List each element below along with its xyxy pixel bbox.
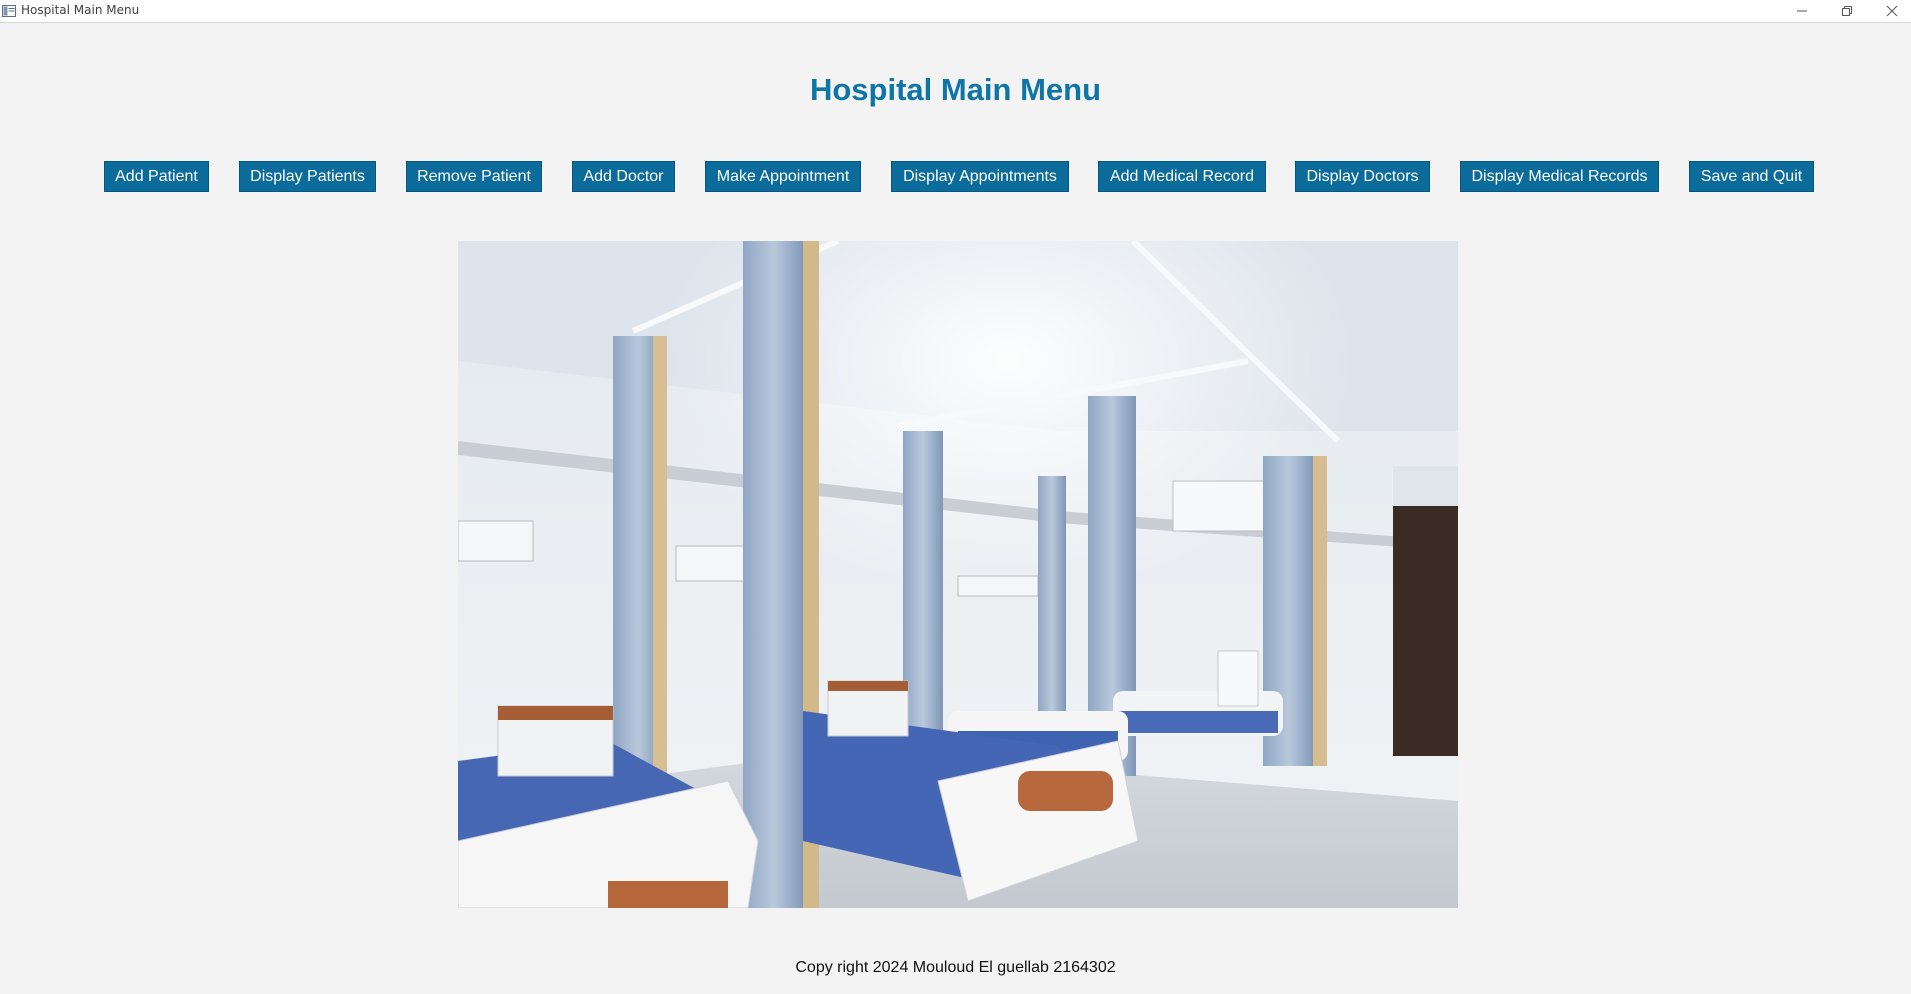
restore-icon bbox=[1842, 6, 1852, 16]
window-title: Hospital Main Menu bbox=[21, 3, 140, 17]
add-patient-button[interactable]: Add Patient bbox=[104, 161, 209, 192]
save-and-quit-button[interactable]: Save and Quit bbox=[1689, 161, 1814, 192]
display-doctors-button[interactable]: Display Doctors bbox=[1295, 161, 1430, 192]
display-appointments-button[interactable]: Display Appointments bbox=[891, 161, 1069, 192]
copyright-footer: Copy right 2024 Mouloud El guellab 21643… bbox=[795, 959, 1116, 976]
page-title: Hospital Main Menu bbox=[809, 72, 1102, 107]
close-button[interactable] bbox=[1870, 0, 1911, 22]
minimize-button[interactable] bbox=[1780, 0, 1824, 22]
close-icon bbox=[1886, 5, 1898, 17]
display-medical-records-button[interactable]: Display Medical Records bbox=[1460, 161, 1659, 192]
minimize-icon bbox=[1797, 10, 1807, 12]
make-appointment-button[interactable]: Make Appointment bbox=[705, 161, 861, 192]
remove-patient-button[interactable]: Remove Patient bbox=[406, 161, 542, 192]
restore-button[interactable] bbox=[1825, 0, 1869, 22]
add-doctor-button[interactable]: Add Doctor bbox=[572, 161, 675, 192]
display-patients-button[interactable]: Display Patients bbox=[239, 161, 376, 192]
add-medical-record-button[interactable]: Add Medical Record bbox=[1098, 161, 1266, 192]
app-window: Hospital Main Menu Hospital Main Menu Ad… bbox=[0, 0, 1911, 994]
hospital-ward-image bbox=[458, 241, 1458, 908]
window-app-icon bbox=[2, 4, 16, 17]
title-bar[interactable]: Hospital Main Menu bbox=[0, 0, 1911, 23]
